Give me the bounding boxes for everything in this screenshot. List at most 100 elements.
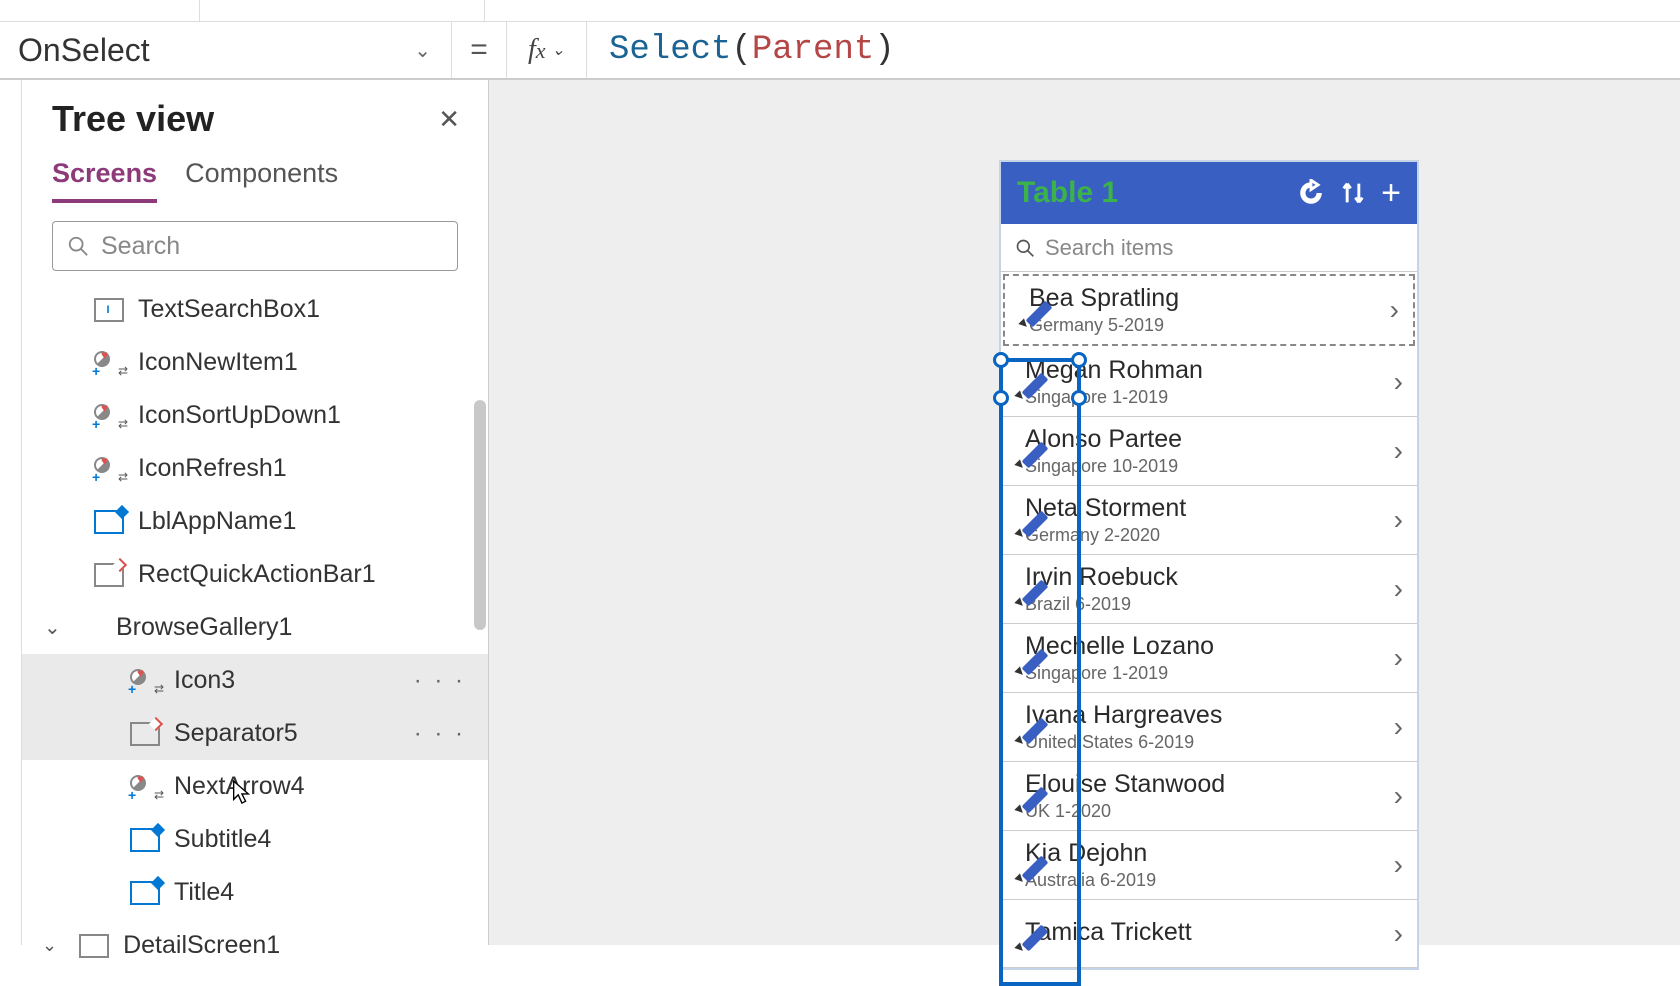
item-name: Irvin Roebuck (1025, 563, 1394, 592)
chevron-right-icon[interactable]: › (1394, 711, 1403, 743)
item-subtitle: Brazil 6-2019 (1025, 594, 1394, 615)
tree-item-lblappname[interactable]: LblAppName1 (22, 495, 488, 548)
tree-item-iconrefresh[interactable]: ♥+⇄ IconRefresh1 (22, 442, 488, 495)
tree-item-textsearchbox[interactable]: TextSearchBox1 (22, 283, 488, 336)
formula-function: Select (609, 31, 731, 69)
list-item[interactable]: Tamica Trickett › (1001, 900, 1417, 968)
formula-input[interactable]: Select(Parent) (587, 22, 1680, 78)
scrollbar-thumb[interactable] (474, 400, 486, 630)
chevron-right-icon[interactable]: › (1394, 435, 1403, 467)
chevron-right-icon[interactable]: › (1394, 642, 1403, 674)
tree-item-label: IconNewItem1 (138, 348, 298, 377)
tree-item-detailscreen1[interactable]: ⌄ DetailScreen1 (22, 919, 488, 972)
tree-item-browsegallery[interactable]: ⌄ BrowseGallery1 (22, 601, 488, 654)
tree-item-label: BrowseGallery1 (116, 613, 292, 642)
app-list: Bea Spratling Germany 5-2019 › Megan Roh… (1001, 274, 1417, 968)
icon-control-icon: ♥+⇄ (94, 404, 124, 428)
item-subtitle: Germany 2-2020 (1025, 525, 1394, 546)
item-name: Ivana Hargreaves (1025, 701, 1394, 730)
add-icon[interactable]: + (1381, 174, 1401, 213)
tree-item-subtitle4[interactable]: Subtitle4 (22, 813, 488, 866)
tab-components[interactable]: Components (185, 158, 338, 203)
gallery-icon (72, 616, 102, 640)
list-item[interactable]: Irvin Roebuck Brazil 6-2019 › (1001, 555, 1417, 624)
chevron-right-icon[interactable]: › (1394, 366, 1403, 398)
refresh-icon[interactable] (1297, 179, 1325, 207)
left-rail (0, 80, 22, 945)
item-subtitle: UK 1-2020 (1025, 801, 1394, 822)
chevron-down-icon[interactable]: ⌄ (44, 615, 61, 640)
label-icon (130, 828, 160, 852)
app-header: Table 1 + (1001, 162, 1417, 224)
formula-arg: Parent (752, 31, 874, 69)
list-item[interactable]: Mechelle Lozano Singapore 1-2019 › (1001, 624, 1417, 693)
list-item[interactable]: Ivana Hargreaves United States 6-2019 › (1001, 693, 1417, 762)
chevron-right-icon[interactable]: › (1394, 504, 1403, 536)
rectangle-icon (94, 563, 124, 587)
tab-screens[interactable]: Screens (52, 158, 157, 203)
chevron-right-icon[interactable]: › (1394, 849, 1403, 881)
icon-control-icon: ♥+⇄ (130, 775, 160, 799)
property-name: OnSelect (18, 32, 150, 69)
item-subtitle: Singapore 1-2019 (1025, 387, 1394, 408)
formula-bar: OnSelect ⌄ = fx ⌄ Select(Parent) (0, 22, 1680, 80)
tree-item-label: TextSearchBox1 (138, 295, 320, 324)
chevron-right-icon[interactable]: › (1394, 573, 1403, 605)
property-dropdown[interactable]: OnSelect ⌄ (0, 22, 452, 78)
ribbon-tab[interactable] (0, 0, 200, 21)
tree-item-iconnewitem[interactable]: ♥+⇄ IconNewItem1 (22, 336, 488, 389)
ribbon-tab[interactable] (200, 0, 485, 21)
label-icon (94, 510, 124, 534)
tree-item-title4[interactable]: Title4 (22, 866, 488, 919)
more-icon[interactable]: · · · (414, 720, 466, 748)
more-icon[interactable]: · · · (414, 667, 466, 695)
tree-item-separator5[interactable]: Separator5 · · · (22, 707, 488, 760)
cursor-pointer-icon (230, 778, 252, 808)
list-item[interactable]: Bea Spratling Germany 5-2019 › (1003, 274, 1415, 346)
item-name: Elouise Stanwood (1025, 770, 1394, 799)
list-item[interactable]: Megan Rohman Singapore 1-2019 › (1001, 348, 1417, 417)
icon-control-icon: ♥+⇄ (130, 669, 160, 693)
app-preview: Table 1 + Search items Bea Spratling Ger… (999, 160, 1419, 970)
item-name: Bea Spratling (1029, 284, 1390, 313)
canvas-area[interactable]: Table 1 + Search items Bea Spratling Ger… (489, 80, 1680, 945)
item-name: Kia Dejohn (1025, 839, 1394, 868)
chevron-right-icon[interactable]: › (1394, 780, 1403, 812)
tree-item-label: Icon3 (174, 666, 235, 695)
chevron-right-icon[interactable]: › (1390, 294, 1399, 326)
tree-item-label: Separator5 (174, 719, 298, 748)
app-search-input[interactable]: Search items (1001, 224, 1417, 272)
list-item[interactable]: Alonso Partee Singapore 10-2019 › (1001, 417, 1417, 486)
item-name: Mechelle Lozano (1025, 632, 1394, 661)
item-name: Megan Rohman (1025, 356, 1394, 385)
list-item[interactable]: Kia Dejohn Australia 6-2019 › (1001, 831, 1417, 900)
tree-title: Tree view (52, 98, 214, 140)
sort-icon[interactable] (1339, 179, 1367, 207)
search-icon (1015, 238, 1035, 258)
edit-icon (1019, 919, 1049, 949)
item-subtitle: Singapore 10-2019 (1025, 456, 1394, 477)
item-subtitle: United States 6-2019 (1025, 732, 1394, 753)
icon-control-icon: ♥+⇄ (94, 457, 124, 481)
tree-item-icon3[interactable]: ♥+⇄ Icon3 · · · (22, 654, 488, 707)
tree-item-rectquickaction[interactable]: RectQuickActionBar1 (22, 548, 488, 601)
tree-search-input[interactable]: Search (52, 221, 458, 271)
edit-icon (1019, 850, 1049, 880)
tree-item-label: LblAppName1 (138, 507, 296, 536)
equals-sign: = (452, 22, 507, 78)
edit-icon (1019, 643, 1049, 673)
label-icon (130, 881, 160, 905)
fx-button[interactable]: fx ⌄ (507, 22, 587, 78)
list-item[interactable]: Neta Storment Germany 2-2020 › (1001, 486, 1417, 555)
screen-icon (79, 934, 109, 958)
close-icon[interactable]: ✕ (438, 104, 460, 135)
tree-item-label: IconSortUpDown1 (138, 401, 341, 430)
item-name: Neta Storment (1025, 494, 1394, 523)
item-name: Alonso Partee (1025, 425, 1394, 454)
list-item[interactable]: Elouise Stanwood UK 1-2020 › (1001, 762, 1417, 831)
chevron-down-icon[interactable]: ⌄ (42, 935, 57, 956)
tree-item-nextarrow4[interactable]: ♥+⇄ NextArrow4 (22, 760, 488, 813)
tree-item-iconsort[interactable]: ♥+⇄ IconSortUpDown1 (22, 389, 488, 442)
edit-icon (1023, 295, 1053, 325)
icon-control-icon: ♥+⇄ (94, 351, 124, 375)
